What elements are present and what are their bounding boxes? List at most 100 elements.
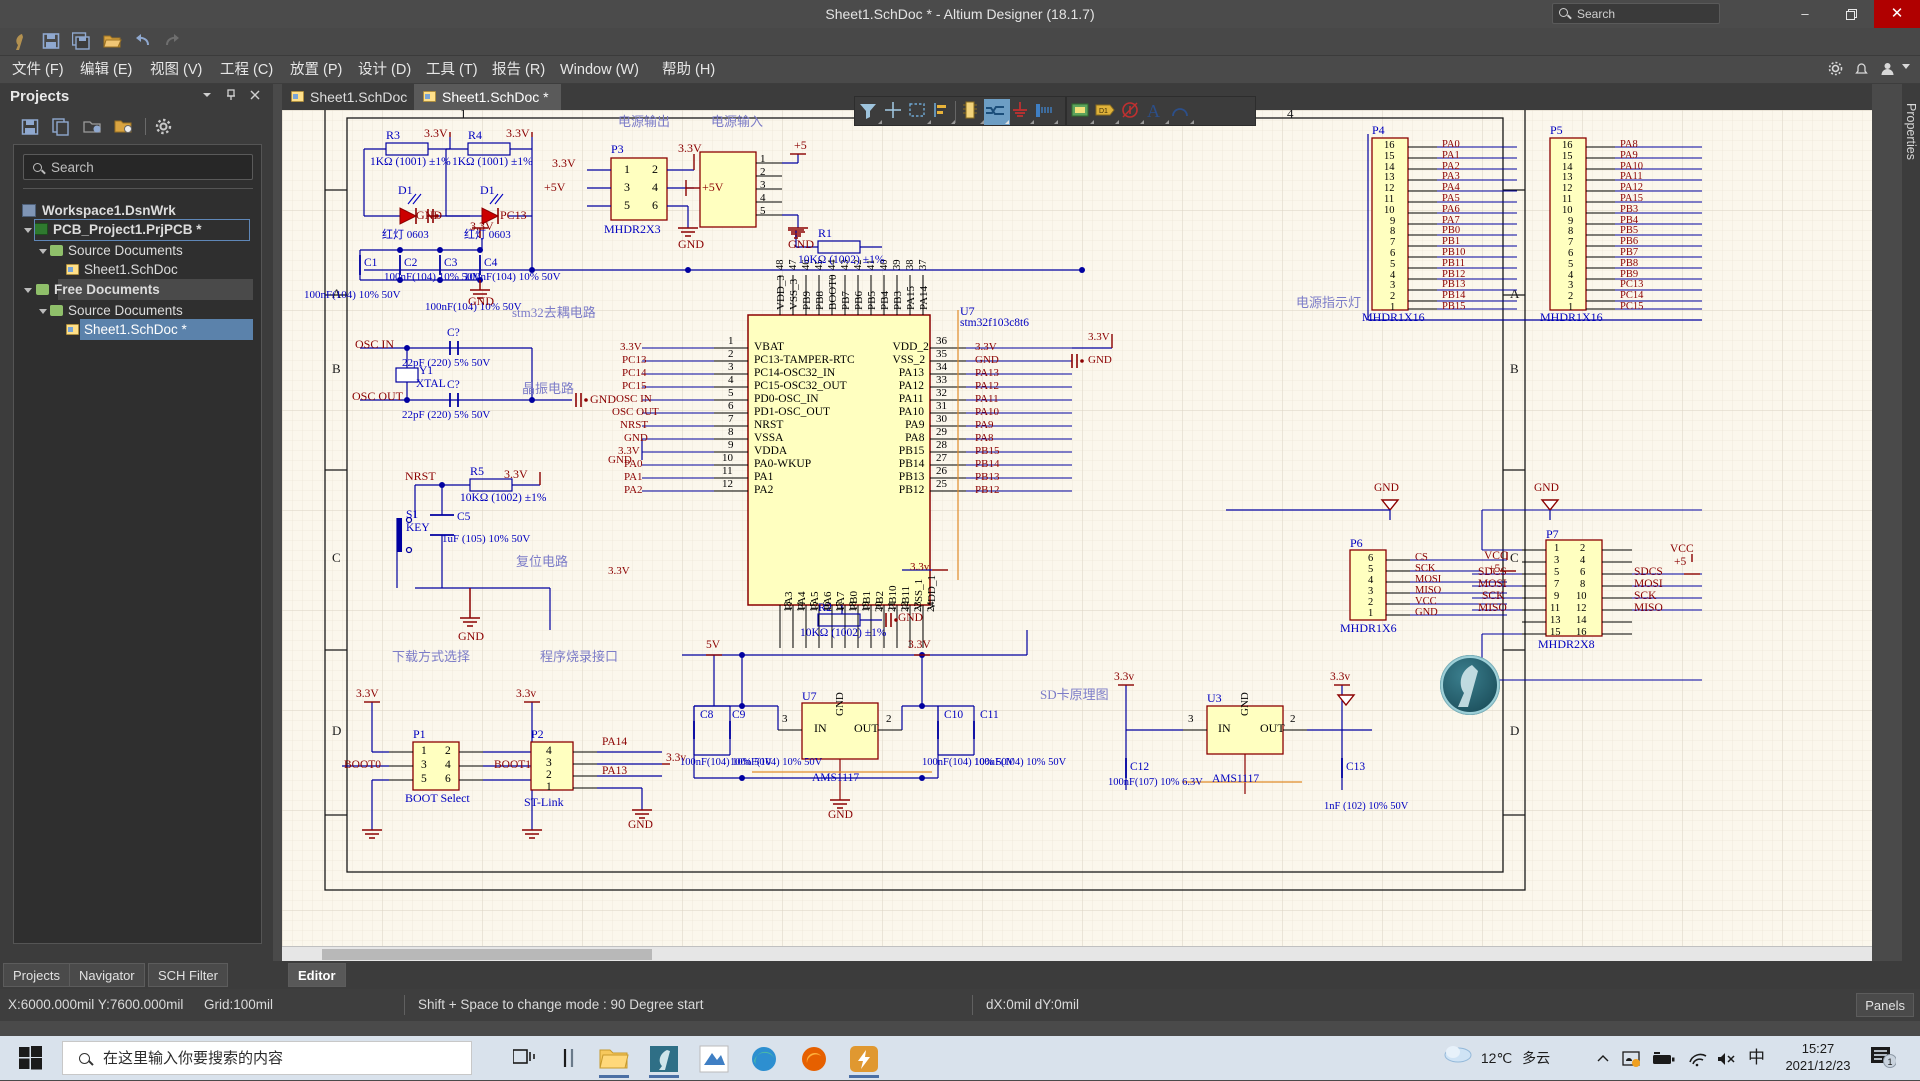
panels-button[interactable]: Panels <box>1856 993 1914 1017</box>
quick-access-toolbar <box>0 28 1920 56</box>
save-icon[interactable] <box>21 118 41 136</box>
place-arc-icon[interactable] <box>1169 99 1195 125</box>
right-panel-strip[interactable]: Properties <box>1902 84 1920 961</box>
tab-sheet1-schdoc-modified[interactable]: Sheet1.SchDoc * <box>414 84 561 110</box>
close-button[interactable]: ✕ <box>1874 0 1920 28</box>
projects-search-placeholder: Search <box>51 160 94 175</box>
panel-tab-projects[interactable]: Projects <box>3 963 70 987</box>
menu-place[interactable]: 放置 (P) <box>282 56 350 84</box>
menu-bar: 文件 (F) 编辑 (E) 视图 (V) 工程 (C) 放置 (P) 设计 (D… <box>0 56 1920 84</box>
open-folder-icon[interactable] <box>103 32 123 52</box>
horizontal-scrollbar-thumb[interactable] <box>322 949 652 960</box>
battery-icon[interactable] <box>1652 1036 1676 1080</box>
place-part-icon[interactable] <box>959 99 985 125</box>
chevron-down-icon[interactable] <box>39 249 47 254</box>
panel-tab-navigator[interactable]: Navigator <box>69 963 145 987</box>
filter-icon[interactable] <box>857 99 883 125</box>
firefox-icon[interactable] <box>793 1041 835 1075</box>
menu-window[interactable]: Window (W) <box>552 56 647 84</box>
chevron-down-icon[interactable] <box>1902 64 1910 69</box>
place-port-icon[interactable] <box>1033 99 1059 125</box>
place-no-erc-icon[interactable] <box>1119 99 1145 125</box>
svg-text:4: 4 <box>1287 110 1294 121</box>
menu-project[interactable]: 工程 (C) <box>212 56 281 84</box>
thunder-icon[interactable] <box>843 1041 885 1078</box>
notifications-icon[interactable] <box>1854 61 1869 79</box>
close-icon[interactable] <box>247 89 263 105</box>
tree-label: PCB_Project1.PrjPCB * <box>53 222 202 237</box>
chevron-down-icon[interactable] <box>24 228 32 233</box>
save-icon[interactable] <box>42 32 62 52</box>
menu-file[interactable]: 文件 (F) <box>4 56 72 84</box>
save-all-icon[interactable] <box>71 32 92 52</box>
title-bar: Sheet1.SchDoc * - Altium Designer (18.1.… <box>0 0 1920 28</box>
horizontal-scrollbar[interactable] <box>282 946 1872 961</box>
gear-icon[interactable] <box>1828 61 1843 79</box>
global-search-input[interactable]: Search <box>1552 3 1720 24</box>
place-wire-icon[interactable] <box>984 99 1010 125</box>
edge-icon[interactable] <box>743 1041 785 1075</box>
svg-text:C: C <box>1510 550 1519 565</box>
maximize-button[interactable] <box>1828 0 1874 28</box>
folder-icon <box>50 305 63 316</box>
panel-tab-editor[interactable]: Editor <box>288 963 346 987</box>
minimize-button[interactable]: – <box>1782 0 1828 28</box>
notification-center-button[interactable]: 1 <box>1870 1044 1914 1072</box>
tree-label: Sheet1.SchDoc <box>84 262 178 277</box>
place-designator-icon[interactable]: D1 <box>1094 99 1120 125</box>
project-options-icon[interactable] <box>114 118 134 136</box>
pin-icon[interactable] <box>223 89 239 105</box>
account-icon[interactable] <box>1880 61 1895 79</box>
place-gnd-icon[interactable] <box>1009 99 1035 125</box>
projects-panel: Projects Search Workspace1.DsnWrk PCB_Pr… <box>0 84 273 961</box>
place-text-icon[interactable]: A <box>1144 99 1170 125</box>
svg-text:A: A <box>1147 101 1160 121</box>
tree-label: Workspace1.DsnWrk <box>42 203 176 218</box>
select-area-icon[interactable] <box>906 99 932 125</box>
clock-widget[interactable]: 15:27 2021/12/23 <box>1774 1040 1862 1074</box>
align-icon[interactable] <box>930 99 956 125</box>
menu-help[interactable]: 帮助 (H) <box>654 56 723 84</box>
chevron-up-icon[interactable] <box>1596 1036 1610 1080</box>
task-view-icon[interactable] <box>505 1041 547 1075</box>
chevron-down-icon[interactable] <box>39 309 47 314</box>
file-explorer-icon[interactable] <box>593 1041 635 1078</box>
copy-icon[interactable] <box>52 118 72 136</box>
crosshair-icon[interactable] <box>882 99 908 125</box>
start-button[interactable] <box>8 1040 54 1076</box>
tree-label: Source Documents <box>68 303 183 318</box>
widgets-icon[interactable] <box>550 1041 592 1075</box>
schematic-toolbar-extra[interactable]: D1 A <box>1066 96 1256 126</box>
menu-edit[interactable]: 编辑 (E) <box>72 56 140 84</box>
gear-icon[interactable] <box>155 118 175 136</box>
menu-reports[interactable]: 报告 (R) <box>484 56 553 84</box>
taskbar-search-input[interactable]: 在这里输入你要搜索的内容 <box>62 1041 472 1075</box>
chevron-down-icon[interactable] <box>199 89 215 105</box>
app-blue-icon[interactable] <box>693 1041 735 1075</box>
undo-icon[interactable] <box>134 32 154 52</box>
altium-icon[interactable] <box>643 1041 685 1078</box>
menu-tools[interactable]: 工具 (T) <box>418 56 486 84</box>
tab-label: Sheet1.SchDoc <box>310 89 408 105</box>
wifi-icon[interactable] <box>1688 1036 1708 1080</box>
schematic-placement-toolbar[interactable] <box>854 96 1066 126</box>
menu-view[interactable]: 视图 (V) <box>142 56 210 84</box>
menu-design[interactable]: 设计 (D) <box>350 56 419 84</box>
panel-tab-sch-filter[interactable]: SCH Filter <box>148 963 228 987</box>
chevron-down-icon[interactable] <box>24 288 32 293</box>
volume-mute-icon[interactable] <box>1716 1036 1738 1080</box>
tab-sheet1-schdoc[interactable]: Sheet1.SchDoc <box>282 84 419 110</box>
compile-icon[interactable] <box>83 118 103 136</box>
place-sheet-symbol-icon[interactable] <box>1069 99 1095 125</box>
bottom-panel-tabs: Projects Navigator SCH Filter Editor <box>0 961 1920 989</box>
schematic-drawing[interactable]: A B C D A B C D 1 4 <box>282 110 1872 961</box>
projects-search-input[interactable]: Search <box>23 154 253 180</box>
onedrive-icon[interactable] <box>1622 1036 1640 1080</box>
properties-tab[interactable]: Properties <box>1904 103 1918 167</box>
schematic-editor-canvas[interactable]: AB CD AB CD 14 电源输出 电源输入 电源指示灯 stm32去耦电路… <box>282 110 1872 961</box>
doc-icon <box>291 91 304 102</box>
cloud-icon <box>1443 1037 1473 1081</box>
svg-text:1: 1 <box>1887 1057 1892 1067</box>
weather-widget[interactable]: 12℃ 多云 <box>1443 1036 1550 1080</box>
ime-cn-icon[interactable]: 中 <box>1748 1036 1765 1080</box>
